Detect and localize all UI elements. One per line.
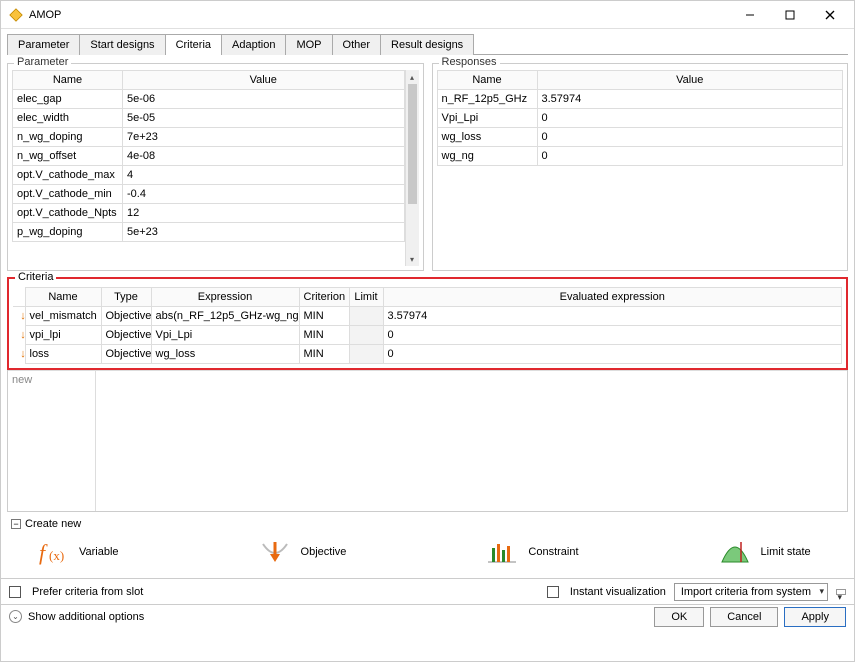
parameter-header-name: Name [13, 71, 123, 90]
prefer-slot-checkbox[interactable] [9, 586, 21, 598]
table-row: elec_width5e-05 [13, 109, 405, 128]
objective-icon: ↓ [17, 329, 25, 341]
responses-panel: Responses Name Value n_RF_12p5_GHz3.5797… [432, 63, 849, 271]
parameter-scrollbar[interactable]: ▴ ▾ [405, 70, 419, 266]
table-row: n_wg_offset4e-08 [13, 147, 405, 166]
create-objective[interactable]: Objective [259, 538, 347, 566]
prefer-slot-label: Prefer criteria from slot [32, 586, 143, 598]
table-row: n_RF_12p5_GHz3.57974 [437, 90, 843, 109]
objective-icon: ↓ [17, 348, 25, 360]
import-criteria-more[interactable] [836, 589, 846, 595]
tab-other[interactable]: Other [332, 34, 382, 55]
responses-header-name: Name [437, 71, 537, 90]
table-row: n_wg_doping7e+23 [13, 128, 405, 147]
app-icon [9, 8, 23, 22]
criteria-header-criterion: Criterion [299, 288, 349, 307]
table-row: wg_ng0 [437, 147, 843, 166]
titlebar: AMOP [1, 1, 854, 29]
tab-start-designs[interactable]: Start designs [79, 34, 165, 55]
table-row: ↓ loss Objective wg_loss MIN 0 [13, 345, 842, 364]
show-additional-label[interactable]: Show additional options [28, 611, 144, 623]
tab-adaption[interactable]: Adaption [221, 34, 286, 55]
table-row: ↓ vel_mismatch Objective abs(n_RF_12p5_G… [13, 307, 842, 326]
criteria-panel: Criteria Name Type Expression Criterion … [7, 277, 848, 370]
apply-button[interactable]: Apply [784, 607, 846, 627]
scroll-down-icon[interactable]: ▾ [406, 252, 419, 266]
criteria-header-name: Name [25, 288, 101, 307]
ok-button[interactable]: OK [654, 607, 704, 627]
minimize-button[interactable] [730, 1, 770, 29]
table-row: opt.V_cathode_min-0.4 [13, 185, 405, 204]
criteria-empty-area: new [7, 370, 848, 512]
table-row: wg_loss0 [437, 128, 843, 147]
expand-options-icon[interactable]: ⌄ [9, 610, 22, 623]
table-row: Vpi_Lpi0 [437, 109, 843, 128]
objective-large-icon [259, 538, 291, 566]
scroll-up-icon[interactable]: ▴ [406, 70, 419, 84]
table-row: p_wg_doping5e+23 [13, 223, 405, 242]
footer-bar: ⌄ Show additional options OK Cancel Appl… [1, 604, 854, 628]
tab-result-designs[interactable]: Result designs [380, 34, 474, 55]
parameter-table[interactable]: Name Value elec_gap5e-06 elec_width5e-05… [12, 70, 405, 242]
table-row: elec_gap5e-06 [13, 90, 405, 109]
limit-state-icon [719, 538, 751, 566]
responses-header-value: Value [537, 71, 843, 90]
criteria-header-expression: Expression [151, 288, 299, 307]
import-criteria-dropdown[interactable]: Import criteria from system [674, 583, 828, 601]
svg-text:f: f [39, 540, 48, 565]
create-new-header[interactable]: − Create new [7, 512, 848, 530]
table-row: opt.V_cathode_max4 [13, 166, 405, 185]
tab-criteria[interactable]: Criteria [165, 34, 222, 55]
tab-parameter[interactable]: Parameter [7, 34, 80, 55]
objective-icon: ↓ [17, 310, 25, 322]
create-new-label: Create new [25, 518, 81, 530]
maximize-button[interactable] [770, 1, 810, 29]
create-limit-state[interactable]: Limit state [719, 538, 811, 566]
parameter-legend: Parameter [14, 56, 71, 68]
close-button[interactable] [810, 1, 850, 29]
table-row: ↓ vpi_lpi Objective Vpi_Lpi MIN 0 [13, 326, 842, 345]
criteria-new-row[interactable]: new [8, 370, 96, 511]
responses-table[interactable]: Name Value n_RF_12p5_GHz3.57974 Vpi_Lpi0… [437, 70, 844, 166]
svg-text:(x): (x) [49, 548, 64, 563]
create-constraint[interactable]: Constraint [486, 538, 578, 566]
criteria-header-type: Type [101, 288, 151, 307]
criteria-header-evaluated: Evaluated expression [383, 288, 842, 307]
instant-vis-checkbox[interactable] [547, 586, 559, 598]
criteria-header-limit: Limit [349, 288, 383, 307]
window-title: AMOP [29, 9, 61, 21]
variable-icon: f (x) [37, 538, 69, 566]
criteria-legend: Criteria [15, 271, 56, 283]
create-variable[interactable]: f (x) Variable [37, 538, 119, 566]
parameter-panel: Parameter Name Value elec_gap5e-06 elec_… [7, 63, 424, 271]
constraint-icon [486, 538, 518, 566]
instant-vis-label: Instant visualization [570, 586, 666, 598]
criteria-table[interactable]: Name Type Expression Criterion Limit Eva… [13, 287, 842, 364]
cancel-button[interactable]: Cancel [710, 607, 778, 627]
options-bar: Prefer criteria from slot Instant visual… [1, 578, 854, 604]
table-row: opt.V_cathode_Npts12 [13, 204, 405, 223]
tab-mop[interactable]: MOP [285, 34, 332, 55]
collapse-icon[interactable]: − [11, 519, 21, 529]
tab-bar: Parameter Start designs Criteria Adaptio… [1, 29, 854, 54]
parameter-header-value: Value [123, 71, 405, 90]
scroll-thumb[interactable] [408, 84, 417, 204]
responses-legend: Responses [439, 56, 500, 68]
create-new-row: f (x) Variable Objective [7, 530, 848, 576]
